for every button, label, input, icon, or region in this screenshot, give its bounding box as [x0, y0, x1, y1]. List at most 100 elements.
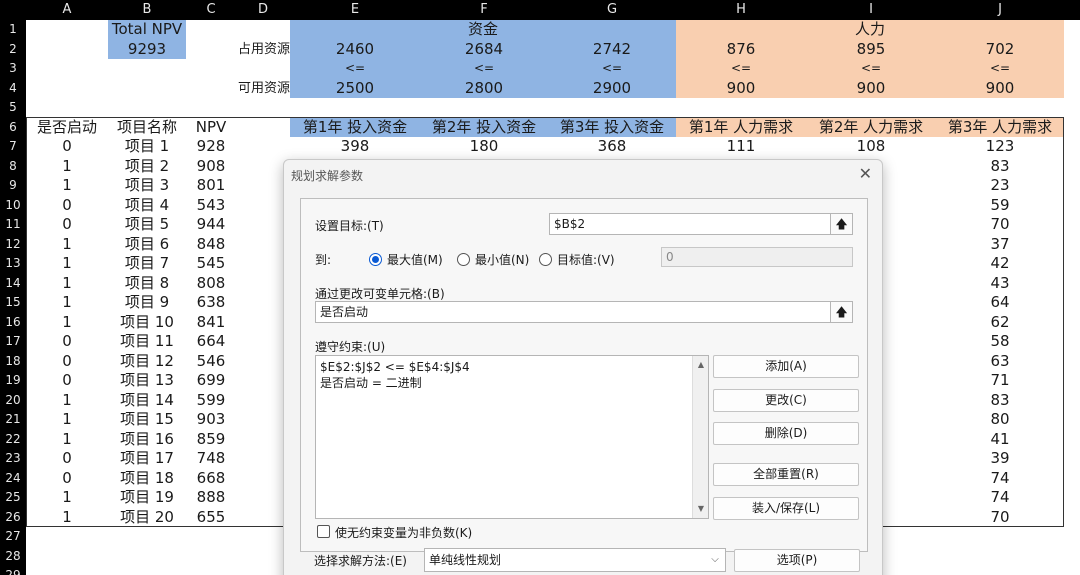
column-header-c[interactable]: C	[186, 0, 236, 20]
row7-value-cell[interactable]: 368	[548, 137, 676, 157]
column-header-g[interactable]: G	[548, 0, 676, 20]
project-name-cell[interactable]: 项目 9	[108, 293, 186, 313]
change-button[interactable]: 更改(C)	[713, 389, 859, 412]
row-header-21[interactable]: 21	[0, 410, 26, 430]
available-cell[interactable]: 900	[936, 79, 1064, 99]
start-flag-cell[interactable]: 1	[26, 235, 108, 255]
fund-header[interactable]: 资金	[290, 20, 676, 40]
total-npv-label[interactable]: Total NPV	[108, 20, 186, 40]
table-header-cell[interactable]: 第3年 投入资金	[548, 118, 676, 138]
start-flag-cell[interactable]: 1	[26, 488, 108, 508]
delete-button[interactable]: 删除(D)	[713, 422, 859, 445]
labor-year3-cell[interactable]: 70	[936, 215, 1064, 235]
start-flag-cell[interactable]: 0	[26, 371, 108, 391]
npv-cell[interactable]: 543	[186, 196, 236, 216]
row-header-14[interactable]: 14	[0, 274, 26, 294]
table-header-cell[interactable]: 第2年 人力需求	[806, 118, 936, 138]
row-header-9[interactable]: 9	[0, 176, 26, 196]
project-name-cell[interactable]: 项目 11	[108, 332, 186, 352]
labor-year3-cell[interactable]: 74	[936, 469, 1064, 489]
project-name-cell[interactable]: 项目 6	[108, 235, 186, 255]
npv-cell[interactable]: 888	[186, 488, 236, 508]
le-cell[interactable]: <=	[290, 59, 420, 79]
row-header-23[interactable]: 23	[0, 449, 26, 469]
row-header-4[interactable]: 4	[0, 79, 26, 99]
radio-max-label[interactable]: 最大值(M)	[387, 251, 443, 268]
add-button[interactable]: 添加(A)	[713, 355, 859, 378]
npv-cell[interactable]: 546	[186, 352, 236, 372]
le-cell[interactable]: <=	[936, 59, 1064, 79]
radio-max[interactable]	[369, 253, 382, 266]
row-header-29[interactable]: 29	[0, 566, 26, 575]
project-name-cell[interactable]: 项目 10	[108, 313, 186, 333]
table-header-cell[interactable]: 项目名称	[108, 118, 186, 138]
start-flag-cell[interactable]: 0	[26, 196, 108, 216]
start-flag-cell[interactable]: 1	[26, 176, 108, 196]
reset-all-button[interactable]: 全部重置(R)	[713, 463, 859, 486]
row-header-1[interactable]: 1	[0, 20, 26, 40]
npv-cell[interactable]: 928	[186, 137, 236, 157]
project-name-cell[interactable]: 项目 1	[108, 137, 186, 157]
npv-cell[interactable]: 599	[186, 391, 236, 411]
radio-min-label[interactable]: 最小值(N)	[475, 251, 529, 268]
row7-value-cell[interactable]: 180	[420, 137, 548, 157]
table-header-cell[interactable]: 是否启动	[26, 118, 108, 138]
start-flag-cell[interactable]: 1	[26, 293, 108, 313]
occupied-cell[interactable]: 2684	[420, 40, 548, 60]
constraint-item[interactable]: 是否启动 = 二进制	[320, 375, 704, 391]
constraints-list[interactable]: $E$2:$J$2 <= $E$4:$J$4 是否启动 = 二进制 ▲ ▼	[315, 355, 709, 519]
row-header-13[interactable]: 13	[0, 254, 26, 274]
column-header-j[interactable]: J	[936, 0, 1064, 20]
occupied-cell[interactable]: 895	[806, 40, 936, 60]
labor-year3-cell[interactable]: 42	[936, 254, 1064, 274]
labor-year3-cell[interactable]: 43	[936, 274, 1064, 294]
labor-year3-cell[interactable]: 80	[936, 410, 1064, 430]
occupied-cell[interactable]: 876	[676, 40, 806, 60]
column-header-i[interactable]: I	[806, 0, 936, 20]
constraints-scrollbar[interactable]: ▲ ▼	[692, 356, 708, 518]
project-name-cell[interactable]: 项目 7	[108, 254, 186, 274]
labor-year3-cell[interactable]: 63	[936, 352, 1064, 372]
labor-year3-cell[interactable]: 41	[936, 430, 1064, 450]
row-header-24[interactable]: 24	[0, 469, 26, 489]
objective-input[interactable]: $B$2 🡅	[549, 213, 853, 235]
start-flag-cell[interactable]: 0	[26, 137, 108, 157]
variable-cells-input[interactable]: 是否启动 🡅	[315, 301, 853, 323]
row-header-17[interactable]: 17	[0, 332, 26, 352]
project-name-cell[interactable]: 项目 2	[108, 157, 186, 177]
labor-header[interactable]: 人力	[676, 20, 1064, 40]
npv-cell[interactable]: 841	[186, 313, 236, 333]
npv-cell[interactable]: 903	[186, 410, 236, 430]
project-name-cell[interactable]: 项目 18	[108, 469, 186, 489]
npv-cell[interactable]: 848	[186, 235, 236, 255]
occupied-cell[interactable]: 2460	[290, 40, 420, 60]
start-flag-cell[interactable]: 1	[26, 313, 108, 333]
column-header-h[interactable]: H	[676, 0, 806, 20]
row-header-16[interactable]: 16	[0, 313, 26, 333]
available-cell[interactable]: 900	[676, 79, 806, 99]
scroll-down-icon[interactable]: ▼	[693, 502, 709, 516]
solve-method-select[interactable]: 单纯线性规划 ⌵	[424, 548, 726, 572]
table-header-cell[interactable]: 第1年 人力需求	[676, 118, 806, 138]
row7-value-cell[interactable]: 111	[676, 137, 806, 157]
start-flag-cell[interactable]: 1	[26, 157, 108, 177]
radio-min[interactable]	[457, 253, 470, 266]
npv-cell[interactable]: 908	[186, 157, 236, 177]
project-name-cell[interactable]: 项目 8	[108, 274, 186, 294]
row7-value-cell[interactable]: 398	[290, 137, 420, 157]
start-flag-cell[interactable]: 0	[26, 332, 108, 352]
npv-cell[interactable]: 748	[186, 449, 236, 469]
row-header-18[interactable]: 18	[0, 352, 26, 372]
npv-cell[interactable]: 808	[186, 274, 236, 294]
table-header-cell[interactable]: 第1年 投入资金	[290, 118, 420, 138]
column-header-b[interactable]: B	[108, 0, 186, 20]
start-flag-cell[interactable]: 0	[26, 352, 108, 372]
occupied-cell[interactable]: 702	[936, 40, 1064, 60]
row-header-2[interactable]: 2	[0, 40, 26, 60]
npv-cell[interactable]: 944	[186, 215, 236, 235]
column-header-a[interactable]: A	[26, 0, 108, 20]
target-value-input[interactable]: 0	[661, 247, 853, 267]
labor-year3-cell[interactable]: 83	[936, 157, 1064, 177]
project-name-cell[interactable]: 项目 16	[108, 430, 186, 450]
project-name-cell[interactable]: 项目 14	[108, 391, 186, 411]
